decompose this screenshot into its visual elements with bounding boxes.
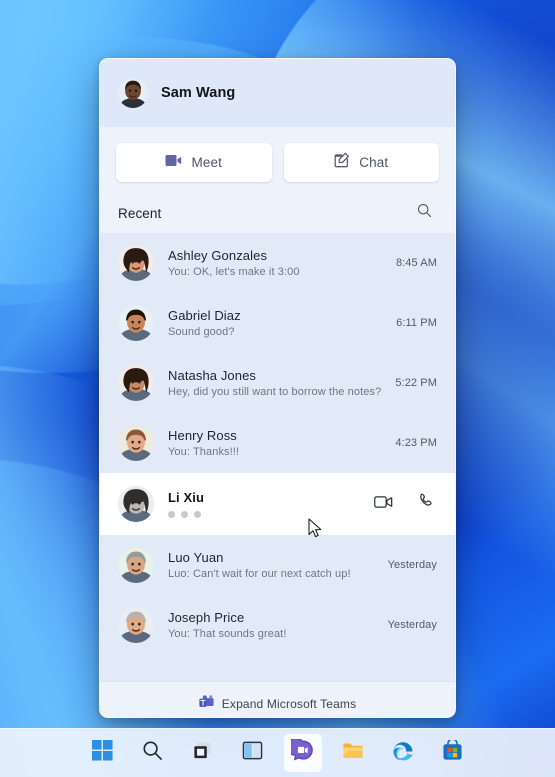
conversation-row[interactable]: Natasha Jones Hey, did you still want to … bbox=[100, 353, 455, 413]
avatar-photo bbox=[118, 607, 154, 643]
conversation-row[interactable]: Luo Yuan Luo: Can't wait for our next cat… bbox=[100, 535, 455, 595]
meet-button[interactable]: Meet bbox=[116, 143, 272, 182]
expand-teams-button[interactable]: Expand Microsoft Teams bbox=[100, 681, 455, 717]
conversation-preview: You: Thanks!!! bbox=[168, 446, 240, 458]
avatar-photo bbox=[118, 547, 154, 583]
taskbar bbox=[0, 728, 555, 777]
avatar bbox=[118, 547, 154, 583]
conversation-name: Li Xiu bbox=[168, 490, 204, 505]
search-button[interactable] bbox=[134, 734, 172, 772]
widgets-button[interactable] bbox=[234, 734, 272, 772]
search-icon bbox=[417, 203, 432, 223]
start-button[interactable] bbox=[84, 734, 122, 772]
conversation-preview: Luo: Can't wait for our next catch up! bbox=[168, 568, 351, 580]
conversation-time: 8:45 AM bbox=[395, 257, 437, 269]
audio-call-button[interactable] bbox=[413, 492, 437, 516]
video-camera-icon bbox=[165, 154, 182, 172]
avatar bbox=[118, 607, 154, 643]
quick-actions: Meet Chat bbox=[100, 127, 455, 192]
conversation-list[interactable]: Ashley Gonzales You: OK, let's make it 3:… bbox=[100, 233, 455, 681]
conversation-preview: You: OK, let's make it 3:00 bbox=[168, 266, 300, 278]
conversation-time: 6:11 PM bbox=[396, 317, 437, 329]
avatar-photo bbox=[118, 365, 154, 401]
microsoft-store-icon bbox=[442, 738, 463, 766]
avatar-photo bbox=[118, 486, 154, 522]
conversation-row[interactable]: Gabriel Diaz Sound good? 6:11 PM bbox=[100, 293, 455, 353]
conversation-text: Joseph Price You: That sounds great! bbox=[168, 610, 380, 640]
conversation-name: Luo Yuan bbox=[168, 550, 224, 565]
conversation-name: Natasha Jones bbox=[168, 368, 257, 383]
conversation-text: Henry Ross You: Thanks!!! bbox=[168, 428, 387, 458]
recent-bar: Recent bbox=[100, 192, 455, 233]
microsoft-teams-icon bbox=[199, 694, 214, 714]
avatar bbox=[118, 365, 154, 401]
windows-logo-icon bbox=[92, 740, 113, 766]
avatar bbox=[118, 486, 154, 522]
search-icon bbox=[142, 740, 163, 766]
conversation-row[interactable]: Henry Ross You: Thanks!!! 4:23 PM bbox=[100, 413, 455, 473]
conversation-preview: Hey, did you still want to borrow the no… bbox=[168, 386, 382, 398]
avatar-photo bbox=[118, 305, 154, 341]
task-view-icon bbox=[192, 740, 213, 766]
conversation-row-actions bbox=[371, 492, 437, 516]
teams-chat-flyout: Sam Wang Meet Chat Recent Ashley Gonzale… bbox=[99, 58, 456, 718]
conversation-time: 4:23 PM bbox=[395, 437, 437, 449]
search-button[interactable] bbox=[411, 200, 437, 226]
conversation-preview: Sound good? bbox=[168, 326, 235, 338]
chat-button-label: Chat bbox=[359, 155, 389, 170]
teams-chat-button[interactable] bbox=[283, 734, 322, 772]
avatar bbox=[118, 305, 154, 341]
typing-indicator bbox=[168, 511, 363, 518]
conversation-row[interactable]: Joseph Price You: That sounds great! Yeste… bbox=[100, 595, 455, 655]
conversation-name: Ashley Gonzales bbox=[168, 248, 268, 263]
flyout-header: Sam Wang bbox=[100, 59, 455, 127]
avatar-photo bbox=[118, 425, 154, 461]
desktop-screen: Sam Wang Meet Chat Recent Ashley Gonzale… bbox=[0, 0, 555, 777]
edge-button[interactable] bbox=[384, 734, 422, 772]
compose-chat-icon bbox=[334, 152, 350, 173]
conversation-row[interactable]: Li Xiu bbox=[100, 473, 455, 535]
file-explorer-icon bbox=[342, 740, 364, 766]
video-call-icon bbox=[373, 495, 393, 514]
video-call-button[interactable] bbox=[371, 492, 395, 516]
phone-call-icon bbox=[417, 493, 434, 515]
conversation-name: Henry Ross bbox=[168, 428, 237, 443]
expand-teams-label: Expand Microsoft Teams bbox=[221, 697, 357, 711]
conversation-text: Ashley Gonzales You: OK, let's make it 3:… bbox=[168, 248, 388, 278]
conversation-row[interactable]: Ashley Gonzales You: OK, let's make it 3:… bbox=[100, 233, 455, 293]
conversation-time: Yesterday bbox=[387, 559, 437, 571]
file-explorer-button[interactable] bbox=[334, 734, 372, 772]
conversation-text: Natasha Jones Hey, did you still want to … bbox=[168, 368, 387, 398]
microsoft-store-button[interactable] bbox=[434, 734, 472, 772]
avatar-photo bbox=[118, 245, 154, 281]
recent-title: Recent bbox=[118, 205, 162, 221]
task-view-button[interactable] bbox=[184, 734, 222, 772]
conversation-preview: You: That sounds great! bbox=[168, 628, 287, 640]
avatar bbox=[118, 245, 154, 281]
conversation-text: Gabriel Diaz Sound good? bbox=[168, 308, 388, 338]
conversation-name: Gabriel Diaz bbox=[168, 308, 241, 323]
widgets-icon bbox=[242, 740, 263, 766]
conversation-text: Li Xiu bbox=[168, 490, 363, 518]
account-name: Sam Wang bbox=[161, 85, 236, 101]
avatar-sam-wang[interactable] bbox=[118, 78, 148, 108]
conversation-time: 5:22 PM bbox=[395, 377, 437, 389]
microsoft-edge-icon bbox=[392, 740, 414, 767]
conversation-time: Yesterday bbox=[387, 619, 437, 631]
conversation-name: Joseph Price bbox=[168, 610, 245, 625]
avatar-photo bbox=[118, 78, 148, 108]
avatar bbox=[118, 425, 154, 461]
teams-chat-icon bbox=[285, 736, 314, 767]
conversation-text: Luo Yuan Luo: Can't wait for our next cat… bbox=[168, 550, 380, 580]
chat-button[interactable]: Chat bbox=[283, 143, 439, 182]
meet-button-label: Meet bbox=[191, 155, 223, 170]
